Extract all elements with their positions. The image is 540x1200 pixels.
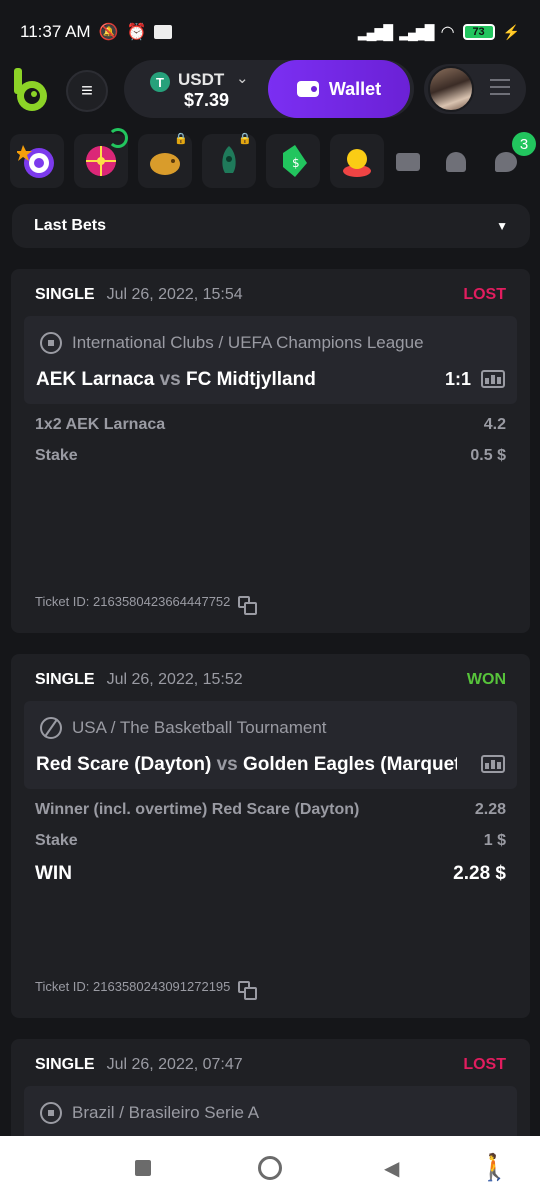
win-label: WIN bbox=[35, 863, 72, 884]
profile-menu[interactable] bbox=[424, 64, 526, 114]
bet-result: LOST bbox=[463, 286, 506, 303]
logo-icon[interactable] bbox=[12, 66, 50, 114]
signal-icon: ▂▄▆█ bbox=[357, 23, 393, 40]
stake-row: Stake 0.5 $ bbox=[35, 447, 506, 465]
status-bar: 11:37 AM 🔕 ⏰ ▂▄▆█ ▂▄▆█ ◠ 73 ⚡ bbox=[0, 0, 540, 64]
event-box[interactable]: USA / The Basketball Tournament Red Scar… bbox=[24, 701, 517, 789]
team-home: AEK Larnaca bbox=[36, 369, 155, 390]
wallet-button[interactable]: Wallet bbox=[268, 60, 410, 118]
menu-icon: ≡ bbox=[81, 79, 93, 102]
league-name: USA / The Basketball Tournament bbox=[72, 718, 327, 737]
market-row: Winner (incl. overtime) Red Scare (Dayto… bbox=[35, 801, 506, 819]
stake-value: 1 $ bbox=[483, 832, 506, 849]
lock-icon-2: 🔒 bbox=[238, 133, 252, 145]
bet-card: SINGLE Jul 26, 2022, 15:54 LOST Internat… bbox=[11, 269, 530, 633]
lock-icon: 🔒 bbox=[174, 133, 188, 145]
bet-result: LOST bbox=[463, 1056, 506, 1073]
target-bonus-button[interactable] bbox=[10, 134, 64, 188]
ticket-id-text: Ticket ID: 2163580243091272195 bbox=[35, 979, 231, 994]
ticket-id-text: Ticket ID: 2163580423664447752 bbox=[35, 594, 231, 609]
market-label: 1x2 AEK Larnaca bbox=[35, 416, 166, 433]
vs-label: vs bbox=[216, 754, 238, 775]
stake-label: Stake bbox=[35, 447, 78, 464]
market-row: 1x2 AEK Larnaca 4.2 bbox=[35, 416, 506, 434]
menu-button[interactable]: ≡ bbox=[66, 70, 108, 112]
usdt-icon: T bbox=[150, 72, 170, 92]
copy-icon[interactable] bbox=[238, 595, 258, 615]
ticket-id: Ticket ID: 2163580243091272195 bbox=[35, 979, 258, 1000]
stake-row: Stake 1 $ bbox=[35, 832, 506, 850]
balance-amount: $7.39 bbox=[184, 90, 230, 110]
refresh-icon bbox=[108, 128, 128, 148]
charging-icon: ⚡ bbox=[502, 23, 520, 40]
stake-value: 0.5 $ bbox=[470, 447, 506, 464]
league-name: International Clubs / UEFA Champions Lea… bbox=[72, 333, 424, 352]
home-icon[interactable] bbox=[258, 1156, 282, 1180]
bet-type: SINGLE bbox=[35, 1056, 95, 1073]
last-bets-label: Last Bets bbox=[34, 217, 107, 234]
market-label: Winner (incl. overtime) Red Scare (Dayto… bbox=[35, 801, 360, 818]
bet-result: WON bbox=[466, 671, 506, 688]
recent-apps-icon[interactable] bbox=[135, 1160, 151, 1176]
price-tag-button[interactable]: $ bbox=[266, 134, 320, 188]
rocket-icon bbox=[222, 146, 236, 173]
chat-badge: 3 bbox=[512, 132, 536, 156]
score: 1:1 bbox=[444, 369, 471, 389]
stats-icon[interactable] bbox=[481, 370, 505, 388]
piggy-bank-icon bbox=[150, 153, 180, 175]
alarm-icon: ⏰ bbox=[126, 24, 147, 41]
team-away: Golden Eagles (Marquette) bbox=[242, 754, 457, 775]
ticket-id: Ticket ID: 2163580423664447752 bbox=[35, 594, 258, 615]
system-nav-bar: ◀ 🚶 bbox=[0, 1136, 540, 1200]
team-away: FC Midtjylland bbox=[185, 369, 316, 390]
price-tag-icon: $ bbox=[283, 145, 307, 177]
back-icon[interactable]: ◀ bbox=[384, 1156, 399, 1181]
stake-label: Stake bbox=[35, 832, 78, 849]
wallet-label: Wallet bbox=[328, 78, 382, 99]
target-icon bbox=[17, 145, 54, 178]
coin-button[interactable] bbox=[330, 134, 384, 188]
avatar[interactable] bbox=[428, 66, 474, 112]
hamburger-icon[interactable] bbox=[490, 79, 510, 100]
team-home: Red Scare (Dayton) bbox=[36, 754, 212, 775]
bell-icon[interactable] bbox=[442, 148, 470, 176]
last-bets-dropdown[interactable]: Last Bets ▼ bbox=[12, 204, 530, 248]
signal-icon-2: ▂▄▆█ bbox=[399, 23, 434, 40]
coin-icon bbox=[343, 149, 371, 177]
accessibility-icon[interactable]: 🚶 bbox=[478, 1152, 510, 1183]
event-box[interactable]: International Clubs / UEFA Champions Lea… bbox=[24, 316, 517, 404]
wheel-button[interactable] bbox=[74, 128, 128, 188]
chevron-down-icon: ⌄ bbox=[236, 70, 249, 87]
league-name: Brazil / Brasileiro Serie A bbox=[72, 1103, 260, 1122]
odds: 2.28 bbox=[474, 801, 506, 818]
wifi-icon: ◠ bbox=[440, 24, 455, 41]
bet-date: Jul 26, 2022, 07:47 bbox=[106, 1056, 243, 1073]
bet-type: SINGLE bbox=[35, 671, 95, 688]
piggy-bank-button[interactable]: 🔒 bbox=[138, 133, 192, 188]
bet-date: Jul 26, 2022, 15:54 bbox=[106, 286, 243, 303]
odds: 4.2 bbox=[483, 416, 506, 433]
win-value: 2.28 $ bbox=[453, 863, 506, 884]
win-row: WIN 2.28 $ bbox=[35, 863, 506, 885]
battery-icon: 73 bbox=[462, 24, 495, 40]
currency-label: USDT bbox=[178, 70, 225, 89]
bet-type: SINGLE bbox=[35, 286, 95, 303]
bet-date: Jul 26, 2022, 15:52 bbox=[106, 671, 243, 688]
vs-label: vs bbox=[159, 369, 181, 390]
stats-icon[interactable] bbox=[481, 755, 505, 773]
quick-actions: 🔒 🔒 $ bbox=[10, 128, 540, 190]
soccer-ball-icon bbox=[40, 332, 62, 354]
soccer-ball-icon bbox=[40, 1102, 62, 1124]
copy-icon[interactable] bbox=[238, 980, 258, 1000]
clock: 11:37 AM bbox=[20, 22, 91, 41]
wallet-icon bbox=[296, 81, 319, 97]
mail-icon[interactable] bbox=[394, 148, 422, 176]
folder-icon bbox=[154, 25, 173, 39]
bet-card: SINGLE Jul 26, 2022, 15:52 WON USA / The… bbox=[11, 654, 530, 1018]
svg-text:$: $ bbox=[292, 156, 300, 170]
mute-icon: 🔕 bbox=[98, 24, 119, 41]
rocket-button[interactable]: 🔒 bbox=[202, 133, 256, 188]
caret-down-icon: ▼ bbox=[496, 219, 508, 233]
basketball-icon bbox=[40, 717, 62, 739]
